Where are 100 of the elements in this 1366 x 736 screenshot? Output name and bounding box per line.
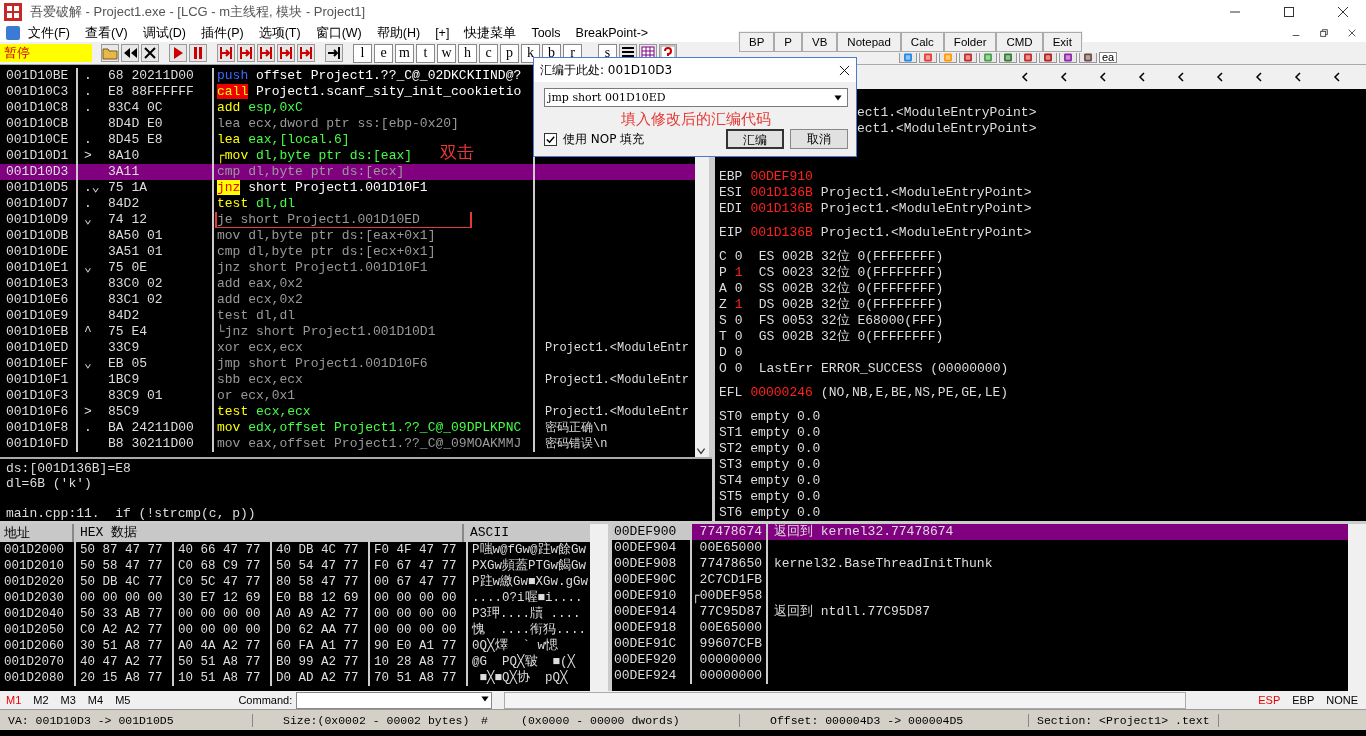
instruction[interactable]: cmp dl,byte ptr ds:[ecx+0x1]: [217, 244, 436, 259]
close-icon[interactable]: [1337, 6, 1349, 18]
scrollbar[interactable]: [1348, 524, 1366, 691]
instruction[interactable]: add ecx,0x2: [217, 292, 303, 307]
window-button[interactable]: l: [353, 43, 372, 63]
stack-mode-tab[interactable]: EBP: [1292, 694, 1315, 706]
instruction[interactable]: xor ecx,ecx: [217, 340, 303, 355]
stack-mode-tab[interactable]: NONE: [1326, 694, 1358, 706]
instruction[interactable]: add esp,0xC: [217, 100, 303, 115]
instruction[interactable]: ┌mov dl,byte ptr ds:[eax]: [217, 148, 413, 163]
instruction[interactable]: lea ecx,dword ptr ss:[ebp-0x20]: [217, 116, 459, 131]
mark-tab[interactable]: M1: [6, 694, 22, 706]
column-header[interactable]: 地址: [0, 524, 74, 542]
input-field[interactable]: [504, 691, 1187, 709]
instruction[interactable]: mov dl,byte ptr ds:[eax+0x1]: [217, 228, 436, 243]
mark-tab[interactable]: M3: [60, 694, 76, 706]
plugin-icon[interactable]: [1079, 53, 1097, 63]
instruction[interactable]: or ecx,0x1: [217, 388, 296, 403]
flag-value[interactable]: 0: [734, 361, 743, 377]
instruction[interactable]: add eax,0x2: [217, 276, 303, 291]
assembly-combobox[interactable]: jmp short 001D10ED: [544, 88, 848, 107]
plugin-icon[interactable]: [899, 53, 917, 63]
instruction[interactable]: sbb ecx,ecx: [217, 372, 303, 387]
instruction[interactable]: je short Project1.001D10ED: [217, 212, 470, 227]
quick-button[interactable]: P: [774, 32, 802, 52]
instruction[interactable]: jmp short Project1.001D10F6: [217, 356, 428, 371]
restore-icon[interactable]: [1319, 28, 1329, 38]
step-icon[interactable]: [277, 44, 295, 62]
flag-value[interactable]: 0: [734, 345, 743, 361]
register-value[interactable]: 00000246: [750, 385, 813, 401]
flag-value[interactable]: 0: [734, 281, 743, 297]
column-header[interactable]: HEX 数据: [74, 524, 464, 542]
plugin-icon[interactable]: [1039, 53, 1057, 63]
scrollbar[interactable]: [590, 524, 608, 691]
close-icon[interactable]: [141, 44, 159, 62]
close-icon[interactable]: [1347, 28, 1357, 38]
instruction[interactable]: mov eax,offset Project1.??_C@_09MOAKMMJ: [217, 436, 522, 451]
quick-button[interactable]: CMD: [996, 32, 1043, 52]
dialog-button[interactable]: 汇编: [726, 129, 784, 149]
menu-item[interactable]: BreakPoint->: [575, 26, 649, 40]
quick-button[interactable]: Calc: [900, 32, 944, 52]
menu-item[interactable]: 选项(T): [258, 24, 301, 42]
close-icon[interactable]: [839, 64, 850, 76]
plugin-button[interactable]: ea: [1099, 52, 1118, 63]
plugin-icon[interactable]: [999, 53, 1017, 63]
step-icon[interactable]: [237, 44, 255, 62]
menu-item[interactable]: 快捷菜单: [464, 24, 517, 42]
window-button[interactable]: e: [374, 43, 393, 63]
register-value[interactable]: 00DEF910: [750, 169, 813, 185]
instruction[interactable]: lea eax,[local.6]: [217, 132, 350, 147]
menu-item[interactable]: 查看(V): [84, 24, 128, 42]
quick-button[interactable]: BP: [739, 32, 775, 52]
register-value[interactable]: 001D136B: [750, 225, 813, 241]
instruction[interactable]: test ecx,ecx: [217, 404, 311, 419]
play-icon[interactable]: [169, 44, 187, 62]
command-field[interactable]: [296, 691, 493, 709]
window-button[interactable]: p: [500, 43, 519, 63]
dialog-button[interactable]: 取消: [790, 129, 848, 149]
register-value[interactable]: 001D136B: [750, 201, 813, 217]
mark-tab[interactable]: M4: [87, 694, 104, 706]
maximize-icon[interactable]: [1283, 6, 1295, 18]
flag-value[interactable]: 1: [734, 297, 743, 313]
quick-button[interactable]: VB: [802, 32, 838, 52]
plugin-icon[interactable]: [1019, 53, 1037, 63]
instruction[interactable]: jnz short Project1.001D10F1: [217, 260, 428, 275]
rewind-icon[interactable]: [121, 44, 139, 62]
menu-item[interactable]: 帮助(H): [376, 24, 421, 42]
instruction[interactable]: mov edx,offset Project1.??_C@_09DPLKPNC: [217, 420, 522, 435]
mark-tab[interactable]: M2: [33, 694, 49, 706]
flag-value[interactable]: 0: [734, 313, 743, 329]
menu-item[interactable]: 文件(F): [28, 24, 70, 42]
quick-button[interactable]: Folder: [943, 32, 997, 52]
stack-mode-tab[interactable]: ESP: [1258, 694, 1281, 706]
window-button[interactable]: c: [479, 43, 498, 63]
instruction[interactable]: └jnz short Project1.001D10D1: [217, 324, 436, 339]
menu-item[interactable]: 插件(P): [201, 24, 244, 42]
step-icon[interactable]: [217, 44, 235, 62]
plugin-icon[interactable]: [979, 53, 997, 63]
quick-button[interactable]: Exit: [1042, 32, 1082, 52]
instruction[interactable]: test dl,dl: [217, 196, 296, 211]
step-icon[interactable]: [257, 44, 275, 62]
menu-item[interactable]: 调试(D): [142, 24, 186, 42]
instruction[interactable]: call Project1.scanf_sity_init_cookietio: [217, 84, 522, 99]
flag-value[interactable]: 1: [734, 265, 743, 281]
instruction[interactable]: test dl,dl: [217, 308, 296, 323]
plugin-icon[interactable]: [1059, 53, 1077, 63]
window-button[interactable]: w: [437, 43, 456, 63]
step-icon[interactable]: [297, 44, 315, 62]
instruction[interactable]: jnz short Project1.001D10F1: [217, 180, 428, 195]
register-value[interactable]: 001D136B: [750, 185, 813, 201]
quick-button[interactable]: Notepad: [837, 32, 901, 52]
window-button[interactable]: h: [458, 43, 477, 63]
column-header[interactable]: ASCII: [464, 524, 509, 542]
goto-icon[interactable]: [325, 44, 343, 62]
plugin-icon[interactable]: [959, 53, 977, 63]
menu-item[interactable]: [+]: [435, 26, 450, 40]
checkbox[interactable]: [544, 132, 557, 146]
menu-item[interactable]: 窗口(W): [315, 24, 362, 42]
plugin-icon[interactable]: [919, 53, 937, 63]
menu-item[interactable]: Tools: [531, 26, 561, 40]
